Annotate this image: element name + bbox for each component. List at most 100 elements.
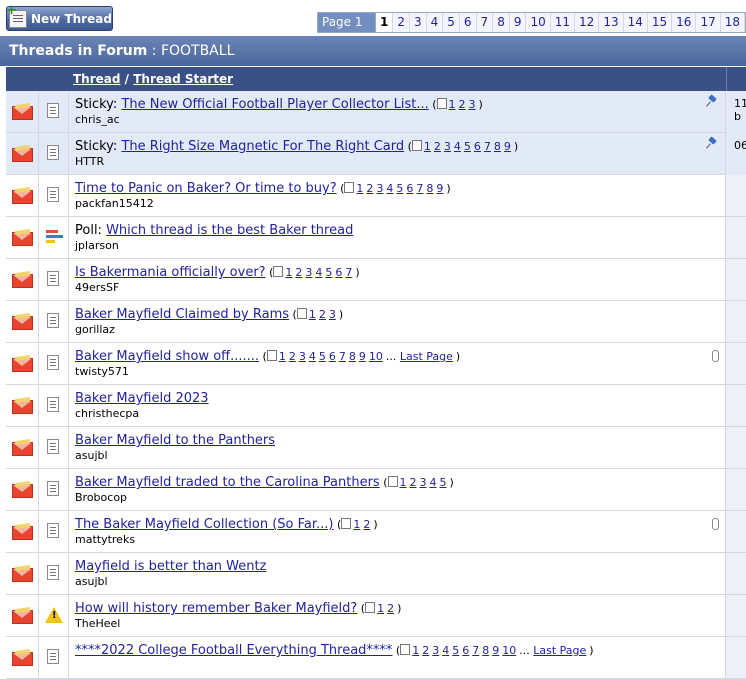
sticky-pin-icon [707,96,717,106]
last-page-link[interactable]: Last Page [400,350,453,363]
thread-page-link[interactable]: 1 [400,476,407,489]
page-link[interactable]: 14 [624,13,648,32]
thread-page-link[interactable]: 4 [430,476,437,489]
thread-page-link[interactable]: 5 [319,350,326,363]
thread-page-link[interactable]: 3 [444,140,451,153]
thread-page-link[interactable]: 2 [434,140,441,153]
thread-page-link[interactable]: 2 [422,644,429,657]
thread-page-link[interactable]: 2 [295,266,302,279]
thread-page-link[interactable]: 1 [279,350,286,363]
last-page-link[interactable]: Last Page [533,644,586,657]
thread-title-link[interactable]: Baker Mayfield to the Panthers [75,433,275,448]
thread-title-link[interactable]: The Baker Mayfield Collection (So Far...… [75,517,334,532]
page-link[interactable]: 15 [648,13,673,32]
page-link[interactable]: 13 [599,13,624,32]
thread-page-link[interactable]: 2 [366,182,373,195]
new-thread-button[interactable]: New Thread [6,3,113,31]
thread-page-link[interactable]: 1 [377,602,384,615]
thread-page-link[interactable]: 10 [502,644,516,657]
thread-page-link[interactable]: 3 [305,266,312,279]
thread-page-link[interactable]: 4 [309,350,316,363]
page-link[interactable]: 7 [477,13,494,32]
thread-page-link[interactable]: 4 [454,140,461,153]
thread-page-link[interactable]: 8 [426,182,433,195]
page-link[interactable]: 5 [443,13,460,32]
thread-page-link[interactable]: 2 [410,476,417,489]
thread-page-link[interactable]: 5 [325,266,332,279]
thread-page-link[interactable]: 5 [396,182,403,195]
thread-page-link[interactable]: 6 [462,644,469,657]
thread-title-link[interactable]: The Right Size Magnetic For The Right Ca… [121,139,404,154]
thread-page-link[interactable]: 8 [349,350,356,363]
page-link[interactable]: 11 [551,13,576,32]
thread-title-link[interactable]: How will history remember Baker Mayfield… [75,601,357,616]
thread-page-link[interactable]: 4 [442,644,449,657]
thread-icon-cell [39,91,69,132]
thread-page-link[interactable]: 6 [406,182,413,195]
page-link[interactable]: 9 [510,13,527,32]
thread-page-link[interactable]: 10 [369,350,383,363]
last-post-cell [725,511,746,552]
thread-title-link[interactable]: Mayfield is better than Wentz [75,559,266,574]
page-link[interactable]: 17 [696,13,721,32]
thread-page-link[interactable]: 7 [472,644,479,657]
thread-page-link[interactable]: 1 [424,140,431,153]
thread-page-link[interactable]: 9 [359,350,366,363]
thread-page-link[interactable]: 6 [474,140,481,153]
page-link[interactable]: 4 [427,13,444,32]
thread-title-link[interactable]: Is Bakermania officially over? [75,265,266,280]
thread-page-link[interactable]: 5 [440,476,447,489]
thread-page-link[interactable]: 1 [356,182,363,195]
thread-page-link[interactable]: 5 [452,644,459,657]
page-link[interactable]: 2 [393,13,410,32]
page-link[interactable]: 10 [526,13,551,32]
thread-title-link[interactable]: Baker Mayfield 2023 [75,391,209,406]
thread-title-link[interactable]: Baker Mayfield traded to the Carolina Pa… [75,475,380,490]
page-link[interactable]: 16 [672,13,697,32]
page-link[interactable]: 3 [410,13,427,32]
thread-page-link[interactable]: 3 [376,182,383,195]
thread-title-link[interactable]: ****2022 College Football Everything Thr… [75,643,392,658]
thread-page-link[interactable]: 3 [329,308,336,321]
page-link[interactable]: 18 [721,13,745,32]
page-link[interactable]: 8 [493,13,510,32]
thread-title-link[interactable]: Baker Mayfield Claimed by Rams [75,307,289,322]
thread-page-link[interactable]: 3 [469,98,476,111]
thread-title-link[interactable]: Time to Panic on Baker? Or time to buy? [75,181,337,196]
thread-page-link[interactable]: 1 [309,308,316,321]
thread-page-link[interactable]: 3 [299,350,306,363]
thread-page-link[interactable]: 1 [412,644,419,657]
thread-title-link[interactable]: The New Official Football Player Collect… [121,97,428,112]
thread-page-link[interactable]: 3 [420,476,427,489]
thread-title-link[interactable]: Baker Mayfield show off....... [75,349,259,364]
thread-page-link[interactable]: 9 [504,140,511,153]
thread-page-link[interactable]: 9 [436,182,443,195]
thread-title-link[interactable]: Which thread is the best Baker thread [106,223,353,238]
thread-page-link[interactable]: 6 [335,266,342,279]
thread-page-link[interactable]: 2 [319,308,326,321]
thread-page-link[interactable]: 2 [459,98,466,111]
thread-page-link[interactable]: 5 [464,140,471,153]
thread-page-link[interactable]: 4 [386,182,393,195]
thread-page-link[interactable]: 1 [353,518,360,531]
thread-page-link[interactable]: 1 [285,266,292,279]
column-header-right [726,67,746,91]
sort-by-starter-link[interactable]: Thread Starter [133,72,233,86]
thread-page-link[interactable]: 9 [492,644,499,657]
thread-page-link[interactable]: 2 [363,518,370,531]
thread-page-link[interactable]: 8 [494,140,501,153]
thread-page-link[interactable]: 7 [339,350,346,363]
thread-page-link[interactable]: 2 [289,350,296,363]
thread-page-link[interactable]: 3 [432,644,439,657]
sort-by-thread-link[interactable]: Thread [73,72,120,86]
thread-page-link[interactable]: 8 [482,644,489,657]
page-link[interactable]: 6 [460,13,477,32]
thread-page-link[interactable]: 4 [315,266,322,279]
page-link[interactable]: 12 [575,13,600,32]
thread-page-link[interactable]: 6 [329,350,336,363]
thread-page-link[interactable]: 2 [387,602,394,615]
thread-page-link[interactable]: 7 [345,266,352,279]
thread-page-link[interactable]: 7 [416,182,423,195]
thread-page-link[interactable]: 1 [449,98,456,111]
thread-page-link[interactable]: 7 [484,140,491,153]
